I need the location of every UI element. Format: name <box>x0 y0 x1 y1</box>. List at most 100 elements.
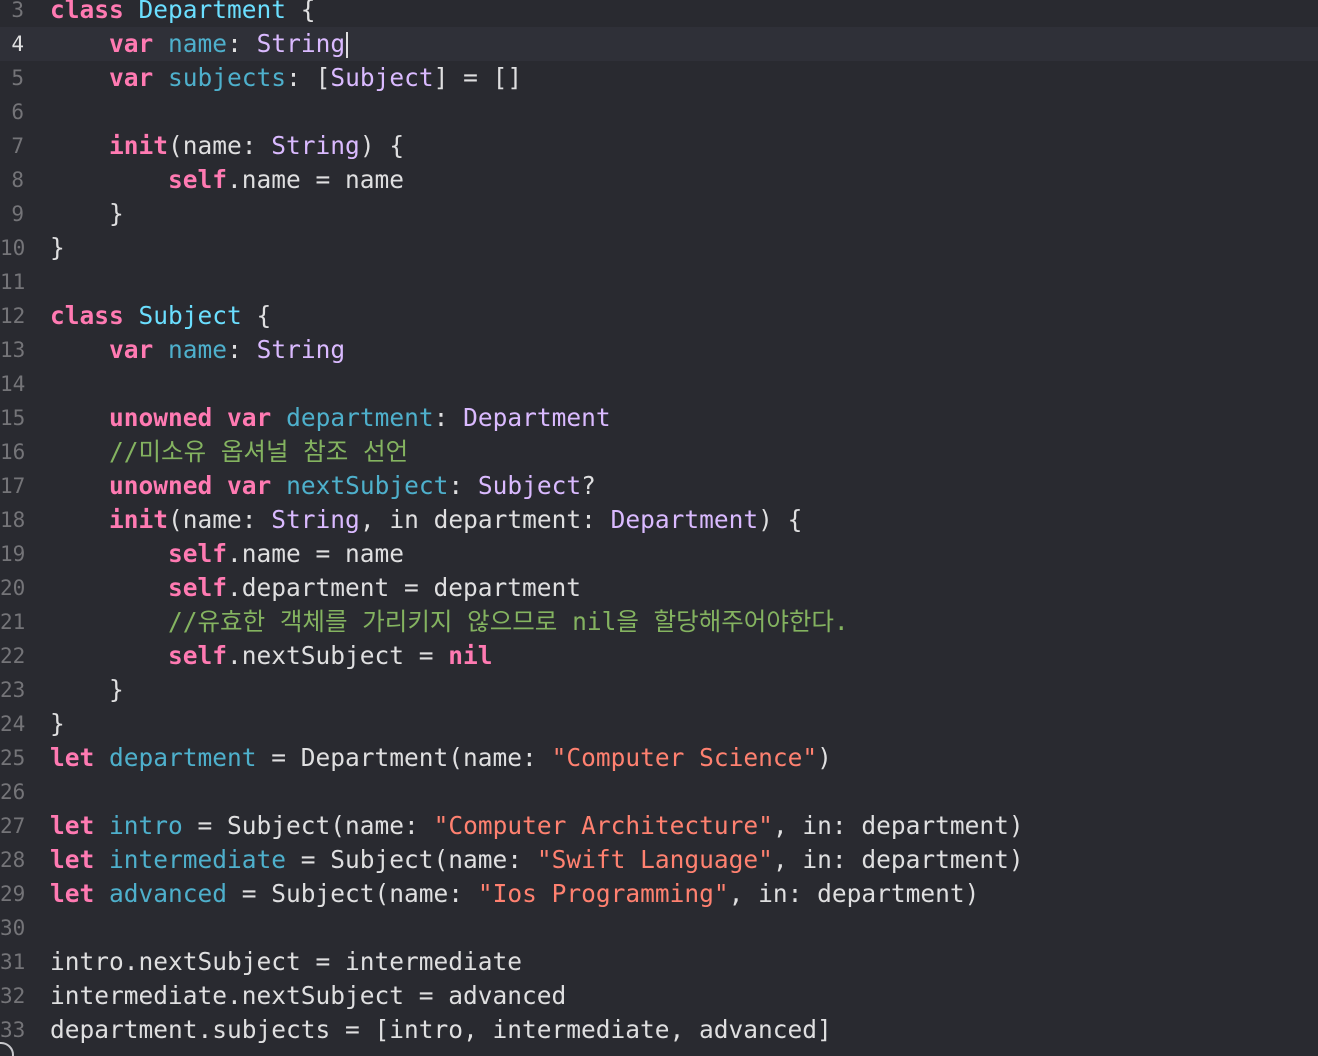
code-token: .name = name <box>227 539 405 568</box>
code-text[interactable]: } <box>50 673 124 707</box>
code-text[interactable]: department.subjects = [intro, intermedia… <box>50 1013 832 1047</box>
code-token: } <box>50 675 124 704</box>
code-token: : <box>227 29 257 58</box>
code-line[interactable]: 27 let intro = Subject(name: "Computer Ar… <box>0 809 1318 843</box>
line-number: 12 <box>0 304 26 328</box>
line-number: 15 <box>0 406 26 430</box>
code-text[interactable]: let intermediate = Subject(name: "Swift … <box>50 843 1024 877</box>
code-line[interactable]: 15 unowned var department: Department <box>0 401 1318 435</box>
code-line[interactable]: 13 var name: String <box>0 333 1318 367</box>
code-text[interactable]: let department = Department(name: "Compu… <box>50 741 832 775</box>
code-line[interactable]: 29 let advanced = Subject(name: "Ios Prog… <box>0 877 1318 911</box>
line-number: 8 <box>11 168 24 192</box>
code-line[interactable]: 3 class Department { <box>0 0 1318 27</box>
code-token: //유효한 객체를 가리키지 않으므로 nil을 할당해주어야한다. <box>168 607 849 636</box>
code-line[interactable]: 30 <box>0 911 1318 945</box>
code-text[interactable]: intermediate.nextSubject = advanced <box>50 979 566 1013</box>
code-line[interactable]: 21 //유효한 객체를 가리키지 않으므로 nil을 할당해주어야한다. <box>0 605 1318 639</box>
code-token: = Subject(name: <box>182 811 434 840</box>
code-line[interactable]: 14 <box>0 367 1318 401</box>
code-token: name <box>168 29 228 58</box>
code-line[interactable]: 17 unowned var nextSubject: Subject? <box>0 469 1318 503</box>
code-line[interactable]: 6 <box>0 95 1318 129</box>
code-text[interactable]: self.department = department <box>50 571 581 605</box>
code-line[interactable]: 18 init(name: String, in department: Dep… <box>0 503 1318 537</box>
code-line[interactable]: 4 var name: String <box>0 27 1318 61</box>
code-line[interactable]: 12 class Subject { <box>0 299 1318 333</box>
code-line[interactable]: 19 self.name = name <box>0 537 1318 571</box>
code-line[interactable]: 5 var subjects: [Subject] = [] <box>0 61 1318 95</box>
code-text[interactable]: unowned var nextSubject: Subject? <box>50 469 596 503</box>
code-line[interactable]: 10} <box>0 231 1318 265</box>
code-token: intermediate.nextSubject = advanced <box>50 981 567 1010</box>
code-token: var <box>109 63 154 92</box>
code-text[interactable]: class Department { <box>50 0 316 27</box>
code-text[interactable]: } <box>50 707 65 741</box>
code-token: department <box>286 403 434 432</box>
code-line[interactable]: 33 department.subjects = [intro, intermed… <box>0 1013 1318 1047</box>
code-token: var <box>227 471 272 500</box>
code-line[interactable]: 20 self.department = department <box>0 571 1318 605</box>
line-number: 17 <box>0 474 26 498</box>
code-text[interactable]: self.name = name <box>50 537 404 571</box>
code-text[interactable]: //유효한 객체를 가리키지 않으므로 nil을 할당해주어야한다. <box>50 605 849 639</box>
code-line[interactable]: 7 init(name: String) { <box>0 129 1318 163</box>
code-text[interactable]: var subjects: [Subject] = [] <box>50 61 522 95</box>
code-text[interactable]: } <box>50 197 124 231</box>
code-text[interactable]: var name: String <box>50 333 345 367</box>
code-token: : [ <box>286 63 331 92</box>
code-line[interactable]: 9 } <box>0 197 1318 231</box>
code-token: let <box>50 811 95 840</box>
code-line[interactable]: 28 let intermediate = Subject(name: "Swif… <box>0 843 1318 877</box>
code-text[interactable]: //미소유 옵셔널 참조 선언 <box>50 435 408 469</box>
code-text[interactable]: } <box>50 231 65 265</box>
code-text[interactable]: intro.nextSubject = intermediate <box>50 945 522 979</box>
code-line[interactable]: 11 <box>0 265 1318 299</box>
code-text[interactable]: self.nextSubject = nil <box>50 639 493 673</box>
code-token: department.subjects = [intro, intermedia… <box>50 1015 832 1044</box>
code-token: .name = name <box>227 165 405 194</box>
line-number: 3 <box>11 0 24 22</box>
line-number: 9 <box>11 202 24 226</box>
code-line[interactable]: 31 intro.nextSubject = intermediate <box>0 945 1318 979</box>
code-line[interactable]: 23 } <box>0 673 1318 707</box>
code-line[interactable]: 22 self.nextSubject = nil <box>0 639 1318 673</box>
code-line[interactable]: 24} <box>0 707 1318 741</box>
code-text[interactable]: let intro = Subject(name: "Computer Arch… <box>50 809 1024 843</box>
code-line[interactable]: 26 <box>0 775 1318 809</box>
code-line[interactable]: 25 let department = Department(name: "Com… <box>0 741 1318 775</box>
code-token: name <box>168 335 228 364</box>
code-text[interactable]: var name: String <box>50 27 349 61</box>
code-token: ) { <box>758 505 803 534</box>
code-text[interactable]: let advanced = Subject(name: "Ios Progra… <box>50 877 979 911</box>
code-token: Department <box>610 505 759 534</box>
code-text[interactable]: init(name: String, in department: Depart… <box>50 503 802 537</box>
code-text[interactable]: self.name = name <box>50 163 404 197</box>
code-text[interactable]: unowned var department: Department <box>50 401 611 435</box>
code-line[interactable]: 32 intermediate.nextSubject = advanced <box>0 979 1318 1013</box>
code-line[interactable]: 8 self.name = name <box>0 163 1318 197</box>
code-editor[interactable]: 33 department.subjects = [intro, intermed… <box>0 0 1318 1056</box>
code-text[interactable]: class Subject { <box>50 299 271 333</box>
code-line[interactable]: 16 //미소유 옵셔널 참조 선언 <box>0 435 1318 469</box>
code-token: "Computer Architecture" <box>433 811 773 840</box>
code-token: let <box>50 743 95 772</box>
code-token: String <box>271 505 360 534</box>
line-number: 23 <box>0 678 26 702</box>
code-token: , in department: <box>359 505 611 534</box>
code-text[interactable]: init(name: String) { <box>50 129 404 163</box>
line-number: 25 <box>0 746 26 770</box>
line-number: 16 <box>0 440 26 464</box>
line-number: 21 <box>0 610 26 634</box>
